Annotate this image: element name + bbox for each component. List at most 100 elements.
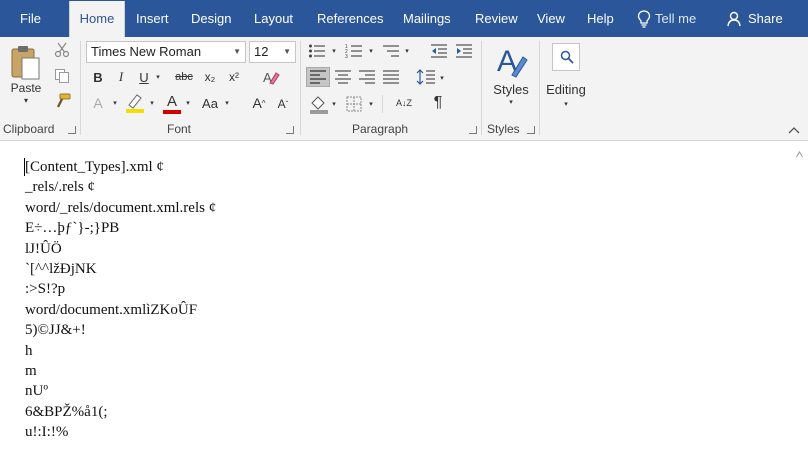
tab-design[interactable]: Design — [191, 0, 231, 37]
ribbon: Paste ▾ Clipboard Times New Roman ▼ 12 ▼… — [0, 37, 808, 141]
document-line: 5)©JJ&+! — [25, 322, 86, 339]
decrease-indent-icon[interactable] — [430, 43, 448, 59]
document-line: :>S!?p — [25, 281, 66, 298]
paste-button[interactable]: Paste — [8, 80, 44, 96]
change-case-button[interactable]: Aa — [199, 94, 221, 112]
share-button[interactable]: Share — [748, 0, 783, 37]
grow-font-label: A — [252, 95, 262, 111]
shading-chevron-icon[interactable]: ▾ — [330, 96, 338, 112]
collapse-ribbon-icon[interactable] — [788, 126, 800, 134]
increase-indent-icon[interactable] — [455, 43, 473, 59]
lightbulb-icon[interactable] — [637, 10, 651, 28]
bold-button[interactable]: B — [90, 68, 106, 86]
clipboard-dialog-launcher[interactable] — [68, 126, 76, 134]
text-effects-chevron-icon[interactable]: ▾ — [110, 94, 120, 112]
borders-chevron-icon[interactable]: ▾ — [367, 96, 375, 112]
bullets-chevron-icon[interactable]: ▾ — [330, 43, 338, 59]
align-center-icon[interactable] — [334, 70, 352, 84]
tab-help[interactable]: Help — [587, 0, 614, 37]
subscript-button[interactable]: x₂ — [200, 68, 220, 86]
font-size-combo[interactable]: 12 ▼ — [249, 41, 296, 63]
clear-formatting-icon[interactable]: A — [262, 69, 280, 85]
editing-icon-frame[interactable] — [552, 43, 580, 71]
group-separator — [539, 41, 540, 135]
bullets-icon[interactable] — [308, 43, 326, 59]
strikethrough-button[interactable]: abc — [172, 68, 196, 86]
tab-layout[interactable]: Layout — [254, 0, 293, 37]
styles-chevron-icon[interactable]: ▾ — [506, 97, 516, 107]
vertical-scrollbar[interactable] — [790, 142, 808, 453]
change-case-chevron-icon[interactable]: ▾ — [222, 94, 232, 112]
scissors-icon[interactable] — [54, 42, 70, 58]
tab-file[interactable]: File — [20, 0, 41, 37]
shrink-font-button[interactable]: Aˇ — [274, 95, 292, 113]
group-separator — [300, 41, 301, 135]
font-color-chevron-icon[interactable]: ▾ — [183, 94, 193, 112]
tab-review[interactable]: Review — [475, 0, 518, 37]
multilevel-chevron-icon[interactable]: ▾ — [403, 43, 411, 59]
styles-button[interactable]: Styles — [492, 81, 530, 97]
tab-view[interactable]: View — [537, 0, 565, 37]
chevron-down-icon[interactable]: ▼ — [233, 42, 241, 62]
highlight-dropdown-chevron-icon[interactable]: ▾ — [147, 94, 157, 112]
underline-dropdown-chevron-icon[interactable]: ▾ — [153, 68, 163, 86]
paste-dropdown-chevron-icon[interactable]: ▾ — [20, 95, 32, 105]
multilevel-list-icon[interactable] — [382, 43, 400, 59]
document-line: E÷…þƒ`}-;}PB — [25, 220, 120, 237]
font-size-value: 12 — [254, 44, 269, 59]
align-right-icon[interactable] — [358, 70, 376, 84]
clipboard-group-label: Clipboard — [3, 122, 55, 136]
numbering-chevron-icon[interactable]: ▾ — [367, 43, 375, 59]
paragraph-dialog-launcher[interactable] — [469, 126, 477, 134]
grow-font-button[interactable]: A ^ — [250, 94, 268, 112]
styles-icon[interactable]: A — [496, 43, 528, 79]
document-line: word/_rels/document.xml.rels ¢ — [25, 199, 217, 216]
editing-button[interactable]: Editing — [542, 81, 590, 97]
tab-home[interactable]: Home — [69, 1, 125, 37]
tab-mailings[interactable]: Mailings — [403, 0, 451, 37]
paste-icon[interactable] — [9, 43, 43, 81]
copy-icon[interactable] — [54, 68, 70, 84]
borders-icon[interactable] — [346, 96, 362, 112]
document-line: 6&BPŽ%å1(; — [25, 403, 108, 420]
document-body[interactable]: [Content_Types].xml ¢ _rels/.rels ¢ word… — [25, 157, 216, 442]
document-line: u!:I:!% — [25, 424, 69, 441]
document-line: lJ!ÛÖ — [25, 240, 62, 257]
paragraph-group-label: Paragraph — [352, 122, 409, 136]
tab-references[interactable]: References — [317, 0, 383, 37]
underline-button[interactable]: U — [136, 68, 152, 86]
sort-label: A↓Z — [395, 97, 412, 108]
styles-dialog-launcher[interactable] — [527, 126, 535, 134]
editing-chevron-icon[interactable]: ▾ — [561, 99, 571, 109]
show-formatting-marks-button[interactable]: ¶ — [430, 93, 446, 113]
document-line: nUº — [25, 383, 48, 400]
justify-icon[interactable] — [382, 70, 400, 84]
superscript-button[interactable]: x² — [224, 68, 244, 86]
font-dialog-launcher[interactable] — [286, 126, 294, 134]
search-icon — [560, 50, 574, 64]
chevron-down-icon[interactable]: ▼ — [283, 42, 291, 62]
text-effects-button[interactable]: A — [88, 94, 108, 112]
line-spacing-chevron-icon[interactable]: ▾ — [438, 70, 446, 86]
shrink-font-label: A — [277, 97, 286, 111]
shading-icon[interactable] — [308, 94, 330, 114]
italic-button[interactable]: I — [113, 68, 129, 86]
font-group-label: Font — [167, 122, 192, 136]
font-color-button[interactable]: A — [163, 92, 181, 110]
highlighter-icon[interactable] — [124, 93, 146, 113]
numbering-icon[interactable]: 123 — [345, 43, 363, 59]
font-name-combo[interactable]: Times New Roman ▼ — [86, 41, 246, 63]
scroll-up-arrow-icon[interactable] — [796, 150, 803, 159]
svg-text:3: 3 — [345, 54, 348, 59]
group-separator — [80, 41, 81, 135]
tab-insert[interactable]: Insert — [136, 0, 169, 37]
format-painter-icon[interactable] — [54, 93, 72, 109]
line-spacing-icon[interactable] — [416, 68, 436, 86]
document-line: _rels/.rels ¢ — [25, 179, 95, 196]
styles-group-label: Styles — [487, 122, 520, 136]
sort-button[interactable]: A↓Z — [394, 92, 414, 114]
mini-separator — [382, 95, 383, 113]
align-left-icon[interactable] — [309, 70, 327, 84]
tell-me-search[interactable]: Tell me — [655, 0, 696, 37]
person-icon[interactable] — [727, 11, 743, 27]
